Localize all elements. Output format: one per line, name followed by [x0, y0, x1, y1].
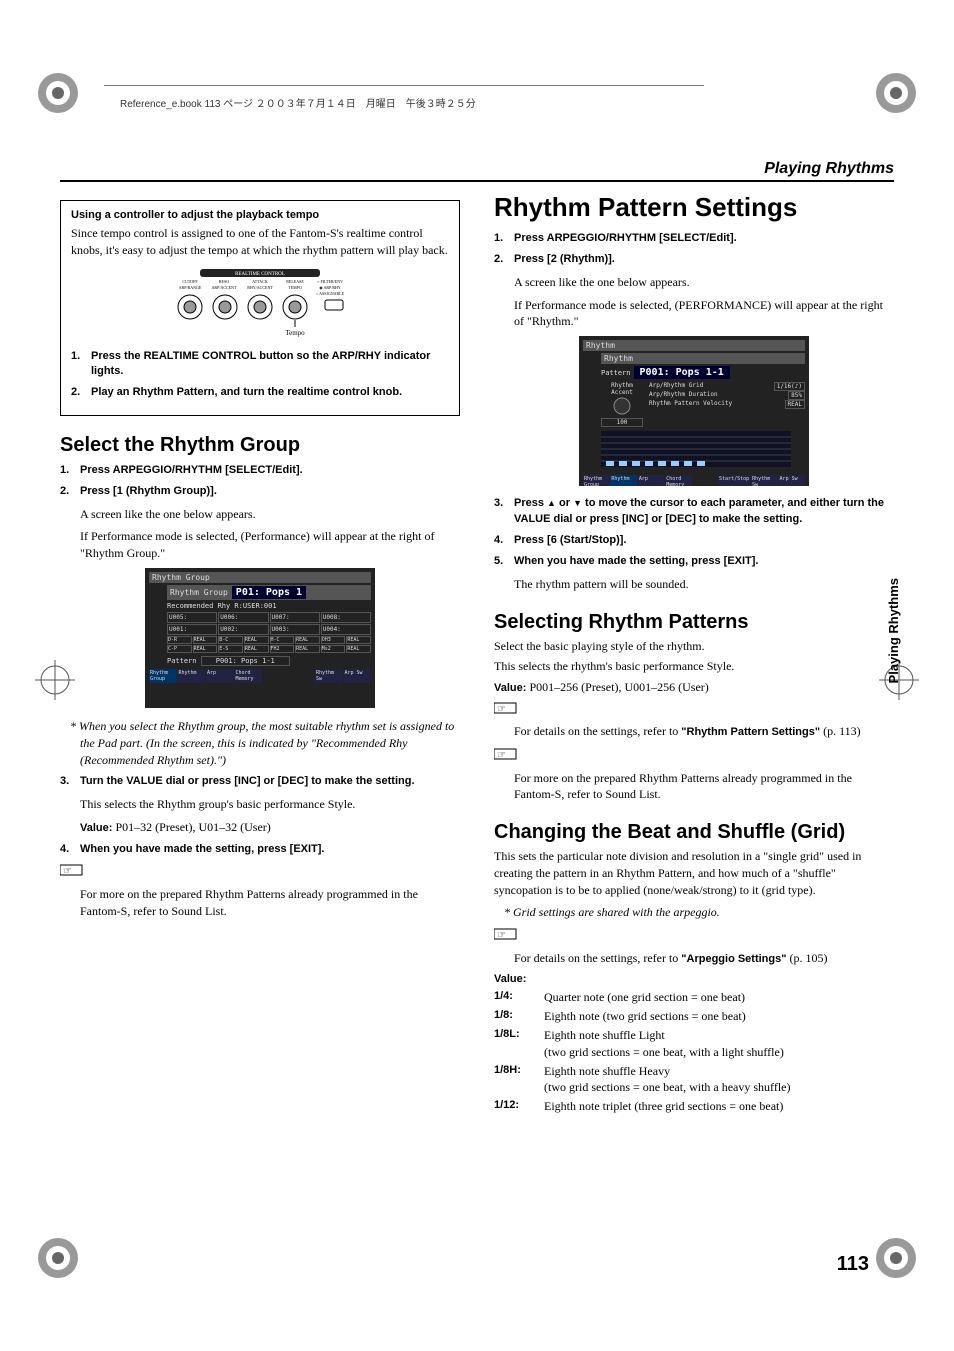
section-header: Playing Rhythms	[764, 160, 894, 177]
svg-text:Tempo: Tempo	[285, 329, 305, 337]
step-text: Press [2 (Rhythm)].	[514, 252, 894, 267]
footnote: * When you select the Rhythm group, the …	[70, 718, 460, 768]
reference-note: ☞	[494, 747, 894, 766]
step-body: A screen like the one below appears.	[80, 506, 460, 523]
step-body: The rhythm pattern will be sounded.	[514, 576, 894, 593]
value-row: 1/8H:Eighth note shuffle Heavy (two grid…	[494, 1063, 894, 1097]
crop-line	[104, 85, 704, 86]
svg-text:TEMPO: TEMPO	[288, 285, 302, 290]
hand-point-icon: ☞	[494, 701, 520, 720]
crop-mark-icon	[35, 70, 81, 116]
reference-note: ☞	[494, 701, 894, 720]
svg-text:RHY/ACCENT: RHY/ACCENT	[247, 285, 273, 290]
step-text: When you have made the setting, press [E…	[80, 842, 460, 857]
svg-text:ATTACK: ATTACK	[252, 279, 268, 284]
step-body: A screen like the one below appears.	[514, 274, 894, 291]
page-number: 113	[837, 1253, 869, 1276]
value-line: Value: P001–256 (Preset), U001–256 (User…	[494, 679, 894, 696]
note-body: Since tempo control is assigned to one o…	[71, 225, 449, 259]
side-tab: Playing Rhythms	[883, 570, 904, 691]
print-header: Reference_e.book 113 ページ ２００３年７月１４日 月曜日 …	[120, 95, 476, 110]
value-row: 1/4:Quarter note (one grid section = one…	[494, 989, 894, 1006]
step-text: Press [1 (Rhythm Group)].	[80, 484, 460, 499]
reference-note: ☞	[494, 927, 894, 946]
svg-text:REALTIME CONTROL: REALTIME CONTROL	[235, 272, 285, 277]
step-body: If Performance mode is selected, (PERFOR…	[514, 297, 894, 331]
step-text: Press ARPEGGIO/RHYTHM [SELECT/Edit].	[80, 463, 460, 478]
right-column: Rhythm Pattern Settings 1.Press ARPEGGIO…	[494, 192, 894, 1119]
page: Reference_e.book 113 ページ ２００３年７月１４日 月曜日 …	[0, 0, 954, 1351]
crop-mark-icon	[35, 1235, 81, 1281]
step-text: Press [6 (Start/Stop)].	[514, 533, 894, 548]
paragraph: This sets the particular note division a…	[494, 848, 894, 898]
heading-changing-beat-shuffle: Changing the Beat and Shuffle (Grid)	[494, 821, 894, 844]
svg-text:RESO: RESO	[219, 279, 229, 284]
register-mark-icon	[35, 660, 75, 700]
heading-select-rhythm-group: Select the Rhythm Group	[60, 434, 460, 457]
note-subhead: Using a controller to adjust the playbac…	[71, 209, 449, 221]
crop-mark-icon	[873, 70, 919, 116]
svg-text:○ ASSIGNABLE: ○ ASSIGNABLE	[316, 291, 345, 296]
heading-selecting-rhythm-patterns: Selecting Rhythm Patterns	[494, 611, 894, 634]
value-row: 1/8:Eighth note (two grid sections = one…	[494, 1008, 894, 1025]
svg-text:◉ ARP/RHY: ◉ ARP/RHY	[319, 285, 341, 290]
step-text: Play an Rhythm Pattern, and turn the rea…	[91, 385, 449, 400]
down-triangle-icon: ▼	[573, 498, 582, 508]
lcd-screenshot-a: Rhythm Group Rhythm Group P01: Pops 1 Re…	[60, 568, 460, 712]
paragraph: This selects the rhythm's basic performa…	[494, 658, 894, 675]
heading-rhythm-pattern-settings: Rhythm Pattern Settings	[494, 192, 894, 223]
reference-note: ☞	[60, 863, 460, 882]
svg-text:○ FILTER/ENV: ○ FILTER/ENV	[317, 279, 343, 284]
svg-text:☞: ☞	[63, 866, 72, 877]
step-number: 2.	[71, 385, 91, 400]
paragraph: Select the basic playing style of the rh…	[494, 638, 894, 655]
step-body: This selects the Rhythm group's basic pe…	[80, 796, 460, 813]
reference-body: For more on the prepared Rhythm Patterns…	[80, 886, 460, 920]
lcd-screenshot-b: Rhythm Rhythm PatternP001: Pops 1-1 Rhyt…	[494, 336, 894, 490]
reference-body: For details on the settings, refer to "A…	[514, 950, 894, 967]
svg-text:CUTOFF: CUTOFF	[182, 279, 198, 284]
footnote: * Grid settings are shared with the arpe…	[504, 904, 894, 921]
value-row: 1/12:Eighth note triplet (three grid sec…	[494, 1098, 894, 1115]
svg-text:☞: ☞	[497, 750, 506, 761]
svg-text:☞: ☞	[497, 704, 506, 715]
section-header-band: Playing Rhythms	[60, 160, 894, 182]
value-row: 1/8L:Eighth note shuffle Light (two grid…	[494, 1027, 894, 1061]
up-triangle-icon: ▲	[547, 498, 556, 508]
svg-text:☞: ☞	[497, 930, 506, 941]
value-line: Value: P01–32 (Preset), U01–32 (User)	[80, 819, 460, 836]
hand-point-icon: ☞	[494, 747, 520, 766]
hand-point-icon: ☞	[494, 927, 520, 946]
svg-text:ARP/RANGE: ARP/RANGE	[179, 285, 202, 290]
tempo-controller-note: Using a controller to adjust the playbac…	[60, 200, 460, 416]
step-text: Press the REALTIME CONTROL button so the…	[91, 349, 449, 380]
step-text: Turn the VALUE dial or press [INC] or [D…	[80, 774, 460, 789]
step-number: 1.	[71, 349, 91, 380]
left-column: Using a controller to adjust the playbac…	[60, 192, 460, 1119]
svg-text:ARP/ACCENT: ARP/ACCENT	[212, 285, 237, 290]
step-text: When you have made the setting, press [E…	[514, 554, 894, 569]
value-heading: Value:	[494, 973, 894, 985]
crop-mark-icon	[873, 1235, 919, 1281]
reference-body: For details on the settings, refer to "R…	[514, 723, 894, 740]
value-list: 1/4:Quarter note (one grid section = one…	[494, 989, 894, 1115]
svg-text:RELEASE: RELEASE	[286, 279, 304, 284]
hand-point-icon: ☞	[60, 863, 86, 882]
knob-panel-illustration: REALTIME CONTROL CUTOFF RESO ATTACK RELE…	[71, 267, 449, 341]
step-text: Press ARPEGGIO/RHYTHM [SELECT/Edit].	[514, 231, 894, 246]
step-text: Press ▲ or ▼ to move the cursor to each …	[514, 496, 894, 527]
reference-body: For more on the prepared Rhythm Patterns…	[514, 770, 894, 804]
step-body: If Performance mode is selected, (Perfor…	[80, 528, 460, 562]
